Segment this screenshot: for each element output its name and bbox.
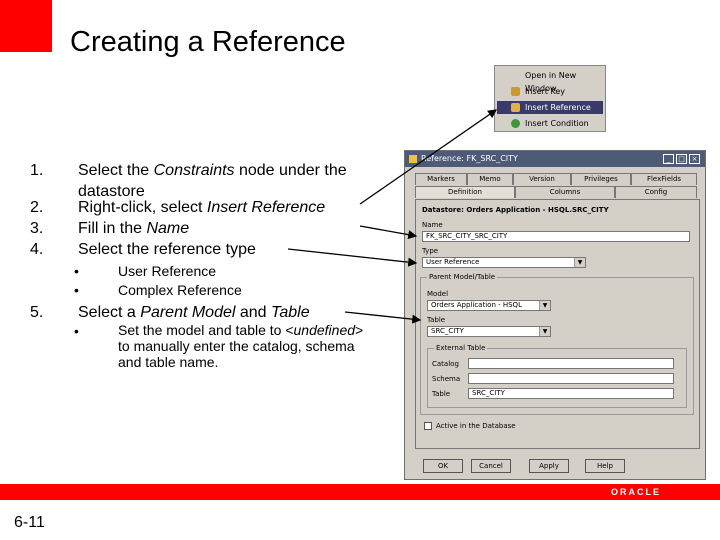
callout-arrows [287,109,498,324]
arrow-to-type-select [287,248,418,267]
page-number: 6-11 [14,514,45,531]
arrow-to-name-field [359,225,418,240]
oracle-logo: ORACLE [611,487,661,497]
arrow-to-insert-reference [359,109,498,205]
arrow-to-parent-model [344,311,422,324]
